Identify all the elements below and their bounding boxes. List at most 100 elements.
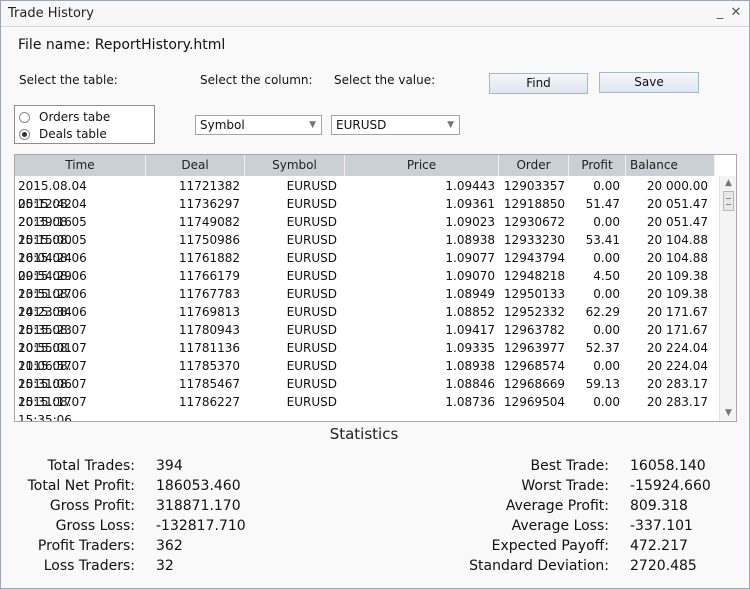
vertical-scrollbar[interactable]: ▲ ▼ <box>719 176 736 421</box>
column-header-profit[interactable]: Profit <box>569 155 626 176</box>
cell-balance: 20 109.38 <box>646 287 708 301</box>
radio-deals-table[interactable]: Deals table <box>19 126 107 142</box>
cell-balance: 20 283.17 <box>646 395 708 409</box>
cell-price: 1.08949 <box>445 287 495 301</box>
cell-order: 12918850 <box>503 197 565 211</box>
cell-time: 2015.08.04 05:12:42 <box>18 179 87 211</box>
cell-profit: 52.37 <box>585 341 620 355</box>
deals-table: Time Deal Symbol Price Order Profit Bala… <box>14 154 737 422</box>
cell-profit: 53.41 <box>585 233 620 247</box>
minimize-icon[interactable]: _ <box>713 5 727 21</box>
cell-profit: 0.00 <box>593 287 620 301</box>
arrow-down-icon[interactable]: ▼ <box>720 406 736 420</box>
radio-orders-indicator[interactable] <box>19 111 30 123</box>
cell-price: 1.09443 <box>445 179 495 193</box>
cell-symbol: EURUSD <box>286 359 337 373</box>
cell-order: 12930672 <box>503 215 565 229</box>
table-row[interactable]: 2015.08.07 15:31:17 11785467 EURUSD 1.08846… <box>15 375 715 409</box>
table-header: Time Deal Symbol Price Order Profit Bala… <box>15 155 715 176</box>
stat-left-value: 394 <box>156 458 183 474</box>
cell-price: 1.09361 <box>445 197 495 211</box>
table-radio-group: Orders tabe Deals table <box>14 105 155 144</box>
cell-symbol: EURUSD <box>286 341 337 355</box>
cell-price: 1.08938 <box>445 233 495 247</box>
statistics-title: Statistics <box>329 425 399 443</box>
stat-left-value: 186053.460 <box>156 478 241 494</box>
cell-order: 12943794 <box>503 251 565 265</box>
cell-profit: 0.00 <box>593 215 620 229</box>
select-table-label: Select the table: <box>19 73 118 87</box>
cell-deal: 11786227 <box>178 395 240 409</box>
chevron-down-icon: ▼ <box>447 120 454 130</box>
save-button[interactable]: Save <box>599 72 699 93</box>
table-row[interactable]: 2015.08.06 14:23:34 11767783 EURUSD 1.08949… <box>15 285 715 319</box>
table-row[interactable]: 2015.08.05 15:15:00 11749082 EURUSD 1.09023… <box>15 213 715 247</box>
value-select[interactable]: EURUSD ▼ <box>331 115 460 135</box>
cell-balance: 20 000.00 <box>646 179 708 193</box>
column-select[interactable]: Symbol ▼ <box>195 115 322 135</box>
cell-symbol: EURUSD <box>286 197 337 211</box>
table-row[interactable]: 2015.08.07 15:31:06 11785370 EURUSD 1.08938… <box>15 357 715 391</box>
cell-balance: 20 224.04 <box>646 359 708 373</box>
find-button[interactable]: Find <box>489 73 588 94</box>
table-row[interactable]: 2015.08.06 15:35:23 11769813 EURUSD 1.08852… <box>15 303 715 337</box>
table-row[interactable]: 2015.08.05 16:04:24 11750986 EURUSD 1.08938… <box>15 231 715 265</box>
cell-deal: 11781136 <box>178 341 240 355</box>
close-icon[interactable]: ✕ <box>729 5 743 21</box>
title-bar: Trade History _ ✕ <box>1 1 749 27</box>
scrollbar-thumb[interactable] <box>723 191 734 211</box>
stat-right-value: -337.101 <box>630 518 693 534</box>
cell-price: 1.08736 <box>445 395 495 409</box>
table-row[interactable]: 2015.08.06 13:51:27 11766179 EURUSD 1.09070… <box>15 267 715 301</box>
stat-right-label: Best Trade: <box>530 458 610 474</box>
cell-balance: 20 104.88 <box>646 251 708 265</box>
table-row[interactable]: 2015.08.07 10:55:01 11780943 EURUSD 1.09417… <box>15 321 715 355</box>
cell-order: 12903357 <box>503 179 565 193</box>
table-row[interactable]: 2015.08.06 09:54:29 11761882 EURUSD 1.09077… <box>15 249 715 283</box>
stat-right-value: 2720.485 <box>630 558 697 574</box>
stat-right-value: -15924.660 <box>630 478 711 494</box>
stat-right-label: Expected Payoff: <box>491 538 609 554</box>
cell-deal: 11780943 <box>178 323 240 337</box>
table-row[interactable]: 2015.08.07 15:35:06 11786227 EURUSD 1.08736… <box>15 393 715 421</box>
radio-orders-label: Orders tabe <box>39 110 111 124</box>
table-row[interactable]: 2015.08.04 20:39:16 11736297 EURUSD 1.09361… <box>15 195 715 229</box>
cell-symbol: EURUSD <box>286 287 337 301</box>
column-header-time[interactable]: Time <box>15 155 146 176</box>
stat-right-label: Average Loss: <box>511 518 609 534</box>
cell-time: 2015.08.05 15:15:00 <box>18 215 87 247</box>
radio-orders-table[interactable]: Orders tabe <box>19 109 110 125</box>
cell-price: 1.09070 <box>445 269 495 283</box>
cell-price: 1.08938 <box>445 359 495 373</box>
cell-price: 1.08852 <box>445 305 495 319</box>
trade-history-window: Trade History _ ✕ File name: ReportHisto… <box>0 0 750 589</box>
select-value-label: Select the value: <box>334 73 436 87</box>
column-header-deal[interactable]: Deal <box>146 155 245 176</box>
cell-symbol: EURUSD <box>286 269 337 283</box>
column-header-price[interactable]: Price <box>345 155 499 176</box>
stat-left-label: Total Trades: <box>47 458 136 474</box>
table-row[interactable]: 2015.08.04 05:12:42 11721382 EURUSD 1.09443… <box>15 177 715 211</box>
radio-deals-indicator[interactable] <box>19 128 30 140</box>
arrow-up-icon[interactable]: ▲ <box>720 176 736 190</box>
cell-profit: 0.00 <box>593 179 620 193</box>
cell-balance: 20 224.04 <box>646 341 708 355</box>
cell-time: 2015.08.07 11:06:57 <box>18 341 87 373</box>
stat-left-value: 362 <box>156 538 183 554</box>
window-title: Trade History <box>8 6 94 21</box>
column-header-order[interactable]: Order <box>499 155 569 176</box>
stat-right-label: Worst Trade: <box>521 478 609 494</box>
cell-profit: 0.00 <box>593 251 620 265</box>
cell-order: 12963977 <box>503 341 565 355</box>
stat-left-label: Profit Traders: <box>37 538 135 554</box>
cell-balance: 20 283.17 <box>646 377 708 391</box>
cell-symbol: EURUSD <box>286 377 337 391</box>
cell-symbol: EURUSD <box>286 305 337 319</box>
column-header-balance[interactable]: Balance <box>626 155 715 176</box>
cell-profit: 0.00 <box>593 323 620 337</box>
cell-balance: 20 051.47 <box>646 215 708 229</box>
cell-symbol: EURUSD <box>286 233 337 247</box>
column-header-symbol[interactable]: Symbol <box>245 155 345 176</box>
cell-price: 1.09335 <box>445 341 495 355</box>
table-row[interactable]: 2015.08.07 11:06:57 11781136 EURUSD 1.09335… <box>15 339 715 373</box>
